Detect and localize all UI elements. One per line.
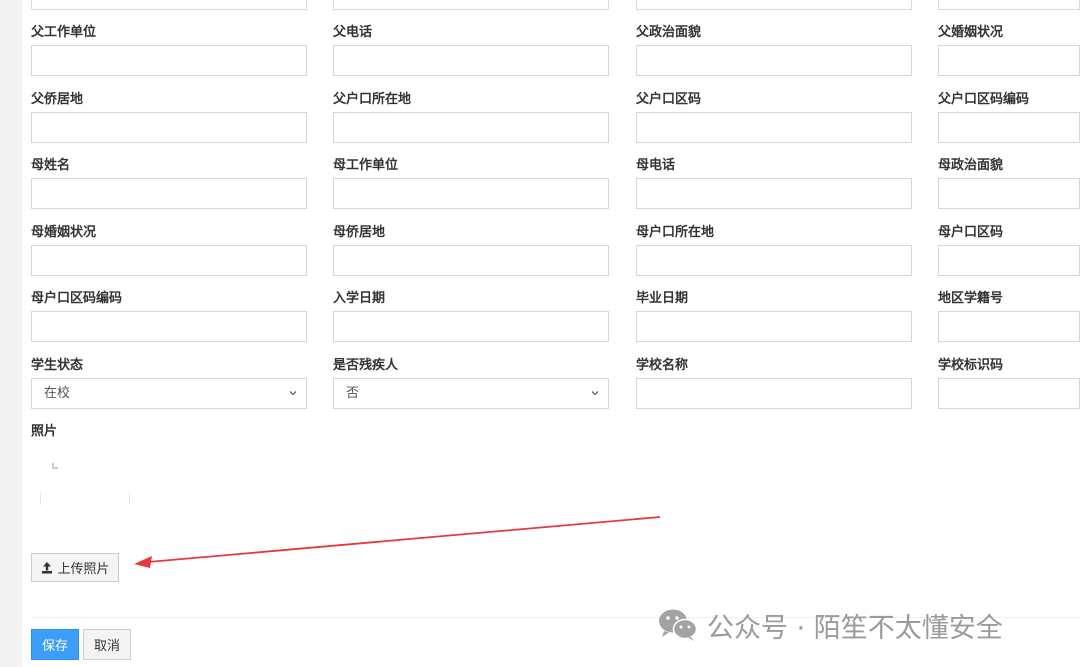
field-label: 父户口所在地 [333,92,412,107]
field-label: 入学日期 [333,291,386,306]
field-label: 学校名称 [636,358,689,373]
upload-photo-label: 上传照片 [57,562,110,577]
field-input[interactable] [636,178,912,209]
field-label: 父婚姻状况 [938,25,1004,40]
chevron-down-icon [289,391,297,396]
field-input[interactable] [636,311,912,342]
chevron-down-icon [591,391,599,396]
field-input[interactable] [31,45,307,76]
previous-row-input-3[interactable] [636,0,912,10]
field-label: 母户口区码 [938,225,1004,240]
upload-icon [42,561,53,573]
field-value: 在校 [44,386,71,401]
wechat-icon [659,609,698,641]
field-input[interactable] [31,311,307,342]
field-label: 学校标识码 [938,358,1004,373]
field-label: 母工作单位 [333,158,399,173]
previous-row-input-1[interactable] [31,0,307,10]
field-input[interactable] [938,178,1080,209]
field-label: 父户口区码 [636,92,702,107]
field-label: 母侨居地 [333,225,386,240]
field-input[interactable] [333,45,609,76]
field-label: 学生状态 [31,358,84,373]
field-input[interactable] [31,245,307,276]
field-input[interactable] [938,45,1080,76]
field-label: 母婚姻状况 [31,225,97,240]
field-value: 否 [346,386,360,401]
field-label: 父侨居地 [31,92,84,107]
cancel-button[interactable]: 取消 [83,629,131,660]
field-input[interactable] [636,378,912,409]
save-button[interactable]: 保存 [31,629,79,660]
field-label: 毕业日期 [636,291,689,306]
field-label: 母姓名 [31,158,71,173]
field-label: 父电话 [333,25,373,40]
watermark: 公众号 · 陌笙不太懂安全 [657,605,1003,645]
field-input[interactable] [938,245,1080,276]
previous-row-input-4[interactable] [938,0,1080,10]
field-label: 是否残疾人 [333,358,399,373]
field-input[interactable] [636,112,912,143]
field-label: 母政治面貌 [938,158,1004,173]
field-label: 父政治面貌 [636,25,702,40]
field-input[interactable] [938,378,1080,409]
field-label: 父户口区码编码 [938,92,1030,107]
field-select[interactable]: 否 [333,378,609,409]
field-input[interactable] [31,178,307,209]
form-panel: 父工作单位 父电话 父政治面貌 父婚姻状况父侨居地 父户口所在地 父户口区码 父户口区码编码… [22,0,1080,667]
field-select[interactable]: 在校 [31,378,307,409]
field-input[interactable] [636,45,912,76]
previous-row-input-2[interactable] [333,0,609,10]
field-input[interactable] [333,245,609,276]
field-input[interactable] [333,112,609,143]
photo-preview [40,455,130,545]
field-label: 地区学籍号 [938,291,1004,306]
field-input[interactable] [938,311,1080,342]
field-input[interactable] [333,178,609,209]
field-label: 父工作单位 [31,25,97,40]
field-input[interactable] [636,245,912,276]
field-label: 母电话 [636,158,676,173]
field-label: 母户口区码编码 [31,291,123,306]
upload-photo-button[interactable]: 上传照片 [31,553,119,582]
field-input[interactable] [333,311,609,342]
field-input[interactable] [31,112,307,143]
field-input[interactable] [938,112,1080,143]
photo-label: 照片 [31,424,58,439]
field-label: 母户口所在地 [636,225,715,240]
watermark-text: 公众号 · 陌笙不太懂安全 [707,612,1003,644]
